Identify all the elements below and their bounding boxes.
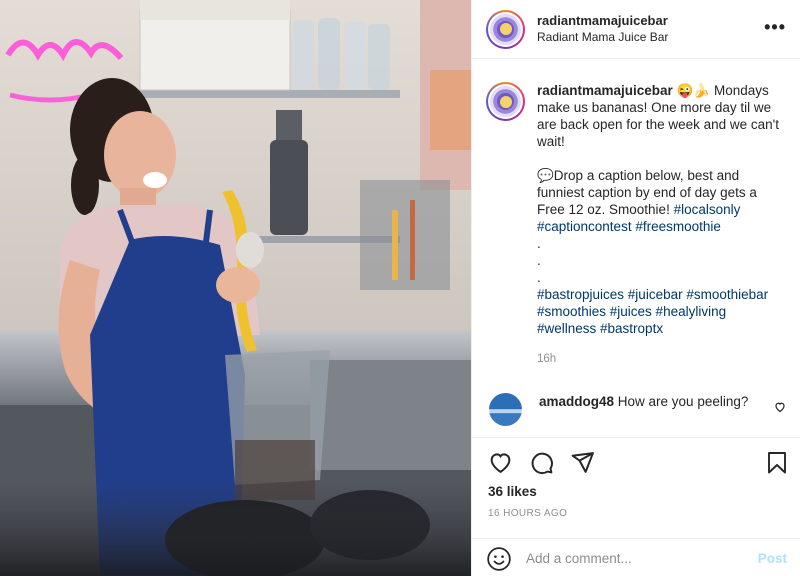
header-location[interactable]: Radiant Mama Juice Bar (537, 29, 668, 45)
bookmark-icon[interactable] (765, 450, 789, 475)
caption-emojis: 😜🍌 (676, 83, 711, 98)
commenter-avatar[interactable] (489, 393, 522, 426)
post-comment-button[interactable]: Post (758, 551, 787, 566)
comment-item: amaddog48 How are you peeling? (486, 393, 786, 426)
caption-avatar[interactable] (486, 82, 525, 121)
post-timestamp[interactable]: 16 HOURS AGO (488, 508, 567, 519)
post-photo[interactable] (0, 0, 471, 576)
caption-dot: . (537, 270, 541, 285)
comment-text: How are you peeling? (614, 394, 749, 409)
caption: radiantmamajuicebar 😜🍌 Mondays make us b… (486, 82, 787, 368)
post-header: radiantmamajuicebar Radiant Mama Juice B… (472, 0, 800, 59)
more-icon[interactable]: ••• (764, 18, 786, 36)
comment-text-block: amaddog48 How are you peeling? (539, 393, 759, 426)
comment-input[interactable] (526, 551, 736, 566)
comment-like-icon[interactable] (774, 401, 786, 413)
header-username[interactable]: radiantmamajuicebar (537, 13, 668, 29)
post-actions: 36 likes 16 HOURS AGO Post (472, 437, 800, 576)
caption-timestamp[interactable]: 16h (537, 351, 787, 368)
caption-dot: . (537, 236, 541, 251)
caption-dot: . (537, 253, 541, 268)
caption-body: radiantmamajuicebar 😜🍌 Mondays make us b… (537, 82, 787, 368)
emoji-icon[interactable] (486, 546, 512, 572)
comment-icon[interactable] (529, 450, 554, 475)
action-icons (488, 450, 595, 475)
caption-hashtags[interactable]: #bastropjuices #juicebar #smoothiebar #s… (537, 287, 768, 336)
likes-count[interactable]: 36 likes (488, 484, 537, 499)
add-comment-bar: Post (472, 538, 800, 576)
profile-avatar[interactable] (486, 9, 525, 49)
caption-username[interactable]: radiantmamajuicebar (537, 83, 673, 98)
comment-username[interactable]: amaddog48 (539, 394, 614, 409)
comments-area: radiantmamajuicebar 😜🍌 Mondays make us b… (472, 60, 800, 437)
photo-illustration (0, 0, 471, 576)
header-text: radiantmamajuicebar Radiant Mama Juice B… (537, 13, 668, 45)
share-icon[interactable] (570, 450, 595, 475)
post-side-panel: radiantmamajuicebar Radiant Mama Juice B… (471, 0, 800, 576)
heart-icon[interactable] (488, 450, 513, 475)
